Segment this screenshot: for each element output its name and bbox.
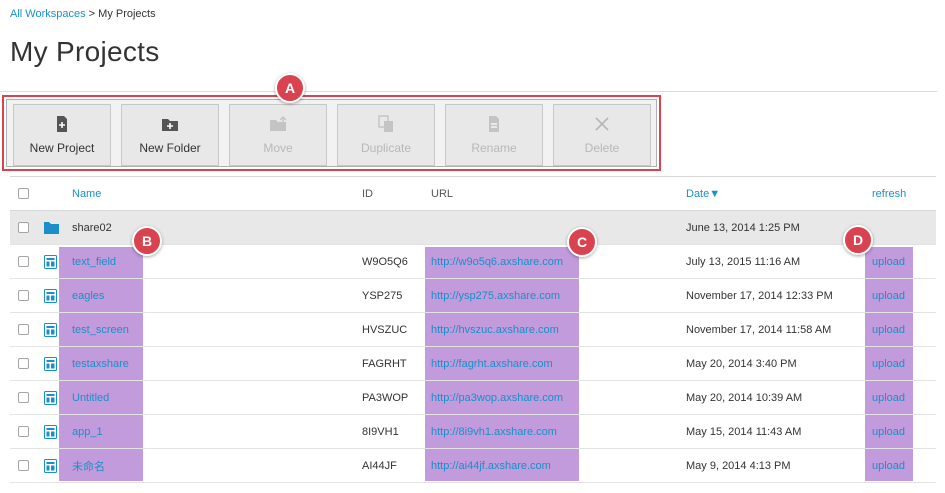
- duplicate-icon: [378, 115, 393, 132]
- project-name-link[interactable]: 未命名: [72, 458, 105, 474]
- name-column-header[interactable]: Name: [72, 188, 101, 200]
- url-column-header: URL: [431, 187, 454, 200]
- project-file-icon: [44, 288, 57, 303]
- project-name-link[interactable]: Untitled: [72, 392, 109, 404]
- project-file-icon: [44, 424, 57, 439]
- project-id: AI44JF: [362, 459, 397, 472]
- delete-label: Delete: [584, 141, 620, 155]
- breadcrumb-all-workspaces-link[interactable]: All Workspaces: [10, 8, 86, 20]
- project-date: November 17, 2014 11:58 AM: [686, 323, 832, 336]
- new-project-label: New Project: [29, 141, 95, 155]
- duplicate-button[interactable]: Duplicate: [337, 104, 435, 166]
- project-url-link[interactable]: http://hvszuc.axshare.com: [431, 324, 559, 336]
- upload-link[interactable]: upload: [872, 392, 905, 404]
- project-date: May 20, 2014 10:39 AM: [686, 391, 803, 404]
- upload-link[interactable]: upload: [872, 256, 905, 268]
- upload-link[interactable]: upload: [872, 460, 905, 472]
- upload-link[interactable]: upload: [872, 324, 905, 336]
- row-checkbox[interactable]: [18, 460, 29, 471]
- rename-icon: [489, 116, 499, 132]
- page-title: My Projects: [10, 36, 160, 67]
- project-date: July 13, 2015 11:16 AM: [686, 255, 801, 268]
- project-name-link[interactable]: text_field: [72, 256, 116, 268]
- date-column-header[interactable]: Date▼: [686, 188, 720, 200]
- row-checkbox[interactable]: [18, 290, 29, 301]
- table-header: Name ID URL Date▼ refresh: [10, 176, 936, 211]
- folder-date: June 13, 2014 1:25 PM: [686, 221, 800, 234]
- upload-link[interactable]: upload: [872, 358, 905, 370]
- id-column-header: ID: [362, 187, 373, 200]
- upload-link[interactable]: upload: [872, 426, 905, 438]
- breadcrumb: All Workspaces > My Projects: [10, 8, 156, 20]
- delete-icon: [595, 117, 609, 131]
- project-id: FAGRHT: [362, 357, 407, 370]
- project-id: HVSZUC: [362, 323, 408, 336]
- delete-button[interactable]: Delete: [553, 104, 651, 166]
- project-id: 8I9VH1: [362, 425, 399, 438]
- project-date: November 17, 2014 12:33 PM: [686, 289, 833, 302]
- annotation-badge-c: C: [567, 227, 597, 257]
- project-url-link[interactable]: http://8i9vh1.axshare.com: [431, 426, 557, 438]
- project-name-link[interactable]: testaxshare: [72, 358, 129, 370]
- project-row[interactable]: Untitled PA3WOP http://pa3wop.axshare.co…: [10, 381, 936, 415]
- breadcrumb-separator: >: [85, 8, 99, 20]
- project-row[interactable]: eagles YSP275 http://ysp275.axshare.com …: [10, 279, 936, 313]
- project-id: W9O5Q6: [362, 255, 408, 268]
- project-date: May 20, 2014 3:40 PM: [686, 357, 797, 370]
- row-checkbox[interactable]: [18, 256, 29, 267]
- new-folder-label: New Folder: [139, 141, 201, 155]
- folder-icon: [44, 222, 59, 234]
- move-icon: [270, 116, 287, 131]
- project-id: YSP275: [362, 289, 403, 302]
- duplicate-label: Duplicate: [360, 141, 412, 155]
- toolbar-highlight-frame: New Project New Folder Move Duplicate Re…: [2, 95, 661, 171]
- refresh-link[interactable]: refresh: [872, 188, 906, 200]
- project-file-icon: [44, 458, 57, 473]
- toolbar: New Project New Folder Move Duplicate Re…: [6, 99, 657, 167]
- project-file-icon: [44, 356, 57, 371]
- project-file-icon: [44, 322, 57, 337]
- move-button[interactable]: Move: [229, 104, 327, 166]
- project-row[interactable]: app_1 8I9VH1 http://8i9vh1.axshare.com M…: [10, 415, 936, 449]
- project-file-icon: [44, 390, 57, 405]
- new-project-icon: [57, 116, 67, 132]
- new-folder-button[interactable]: New Folder: [121, 104, 219, 166]
- project-url-link[interactable]: http://ai44jf.axshare.com: [431, 460, 551, 472]
- project-url-link[interactable]: http://w9o5q6.axshare.com: [431, 256, 563, 268]
- folder-name[interactable]: share02: [72, 222, 112, 234]
- new-project-button[interactable]: New Project: [13, 104, 111, 166]
- upload-link[interactable]: upload: [872, 290, 905, 302]
- project-row[interactable]: testaxshare FAGRHT http://fagrht.axshare…: [10, 347, 936, 381]
- project-row[interactable]: 未命名 AI44JF http://ai44jf.axshare.com May…: [10, 449, 936, 483]
- row-checkbox[interactable]: [18, 392, 29, 403]
- project-date: May 9, 2014 4:13 PM: [686, 459, 791, 472]
- project-id: PA3WOP: [362, 391, 409, 404]
- project-date: May 15, 2014 11:43 AM: [686, 425, 802, 438]
- rename-button[interactable]: Rename: [445, 104, 543, 166]
- new-folder-icon: [162, 119, 178, 131]
- row-checkbox[interactable]: [18, 324, 29, 335]
- select-all-checkbox[interactable]: [18, 188, 29, 199]
- breadcrumb-current: My Projects: [98, 8, 156, 20]
- row-checkbox[interactable]: [18, 426, 29, 437]
- project-url-link[interactable]: http://ysp275.axshare.com: [431, 290, 560, 302]
- move-label: Move: [263, 141, 293, 155]
- annotation-badge-a: A: [275, 73, 305, 103]
- project-rows: text_field W9O5Q6 http://w9o5q6.axshare.…: [10, 245, 936, 483]
- project-row[interactable]: test_screen HVSZUC http://hvszuc.axshare…: [10, 313, 936, 347]
- project-url-link[interactable]: http://fagrht.axshare.com: [431, 358, 553, 370]
- row-checkbox[interactable]: [18, 222, 29, 233]
- annotation-badge-b: B: [132, 226, 162, 256]
- title-divider: [0, 91, 937, 92]
- annotation-badge-d: D: [843, 225, 873, 255]
- project-name-link[interactable]: eagles: [72, 290, 104, 302]
- projects-table: Name ID URL Date▼ refresh share02 June 1…: [10, 176, 936, 483]
- rename-label: Rename: [471, 141, 517, 155]
- project-name-link[interactable]: app_1: [72, 426, 103, 438]
- project-url-link[interactable]: http://pa3wop.axshare.com: [431, 392, 563, 404]
- project-file-icon: [44, 254, 57, 269]
- row-checkbox[interactable]: [18, 358, 29, 369]
- project-name-link[interactable]: test_screen: [72, 324, 129, 336]
